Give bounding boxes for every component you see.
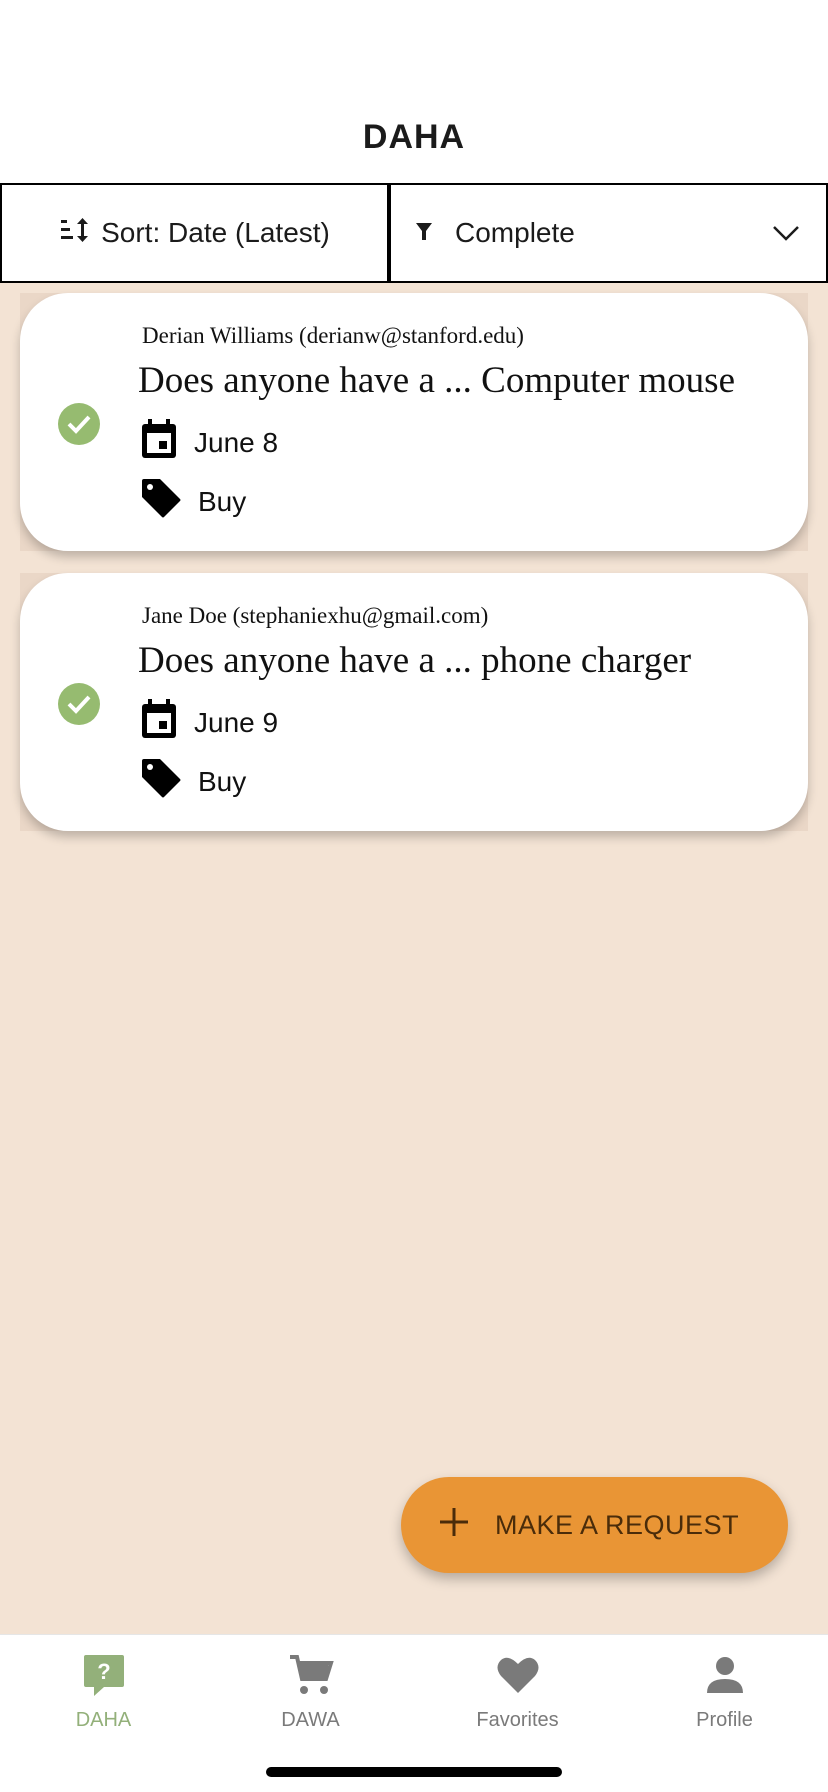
request-date-row: June 8: [140, 419, 278, 466]
sort-icon: [59, 217, 89, 250]
home-indicator: [266, 1767, 562, 1777]
request-list: Derian Williams (derianw@stanford.edu) D…: [0, 283, 828, 1634]
nav-item-favorites[interactable]: Favorites: [414, 1649, 621, 1732]
request-type-row: Buy: [140, 477, 246, 526]
request-type: Buy: [198, 765, 247, 797]
nav-label: Profile: [696, 1709, 753, 1731]
person-icon: [621, 1649, 828, 1701]
tag-icon: [140, 477, 182, 526]
make-request-button[interactable]: MAKE A REQUEST: [401, 1477, 788, 1573]
request-card[interactable]: Jane Doe (stephaniexhu@gmail.com) Does a…: [20, 573, 808, 831]
list-item: Derian Williams (derianw@stanford.edu) D…: [20, 293, 808, 551]
nav-item-profile[interactable]: Profile: [621, 1649, 828, 1732]
toolbar: Sort: Date (Latest) Complete: [0, 183, 828, 283]
sort-button[interactable]: Sort: Date (Latest): [0, 183, 389, 283]
request-date: June 8: [194, 426, 279, 458]
cart-icon: [207, 1649, 414, 1701]
nav-label: DAHA: [75, 1709, 132, 1731]
page-title: DAHA: [362, 118, 466, 156]
nav-item-dawa[interactable]: DAWA: [207, 1649, 414, 1732]
request-title: Does anyone have a ... Computer mouse: [138, 360, 735, 401]
calendar-icon: [140, 419, 178, 466]
request-date-row: June 9: [140, 699, 278, 746]
calendar-icon: [140, 699, 178, 746]
filter-label: Complete: [455, 217, 575, 248]
make-request-label: MAKE A REQUEST: [495, 1509, 740, 1540]
check-circle-icon: [58, 403, 100, 445]
request-author: Jane Doe (stephaniexhu@gmail.com): [142, 603, 489, 628]
list-item: Jane Doe (stephaniexhu@gmail.com) Does a…: [20, 573, 808, 831]
heart-icon: [414, 1649, 621, 1701]
nav-label: DAWA: [281, 1709, 340, 1731]
question-bubble-icon: ?: [0, 1649, 207, 1701]
filter-icon: [415, 217, 433, 249]
nav-item-daha[interactable]: ? DAHA: [0, 1649, 207, 1732]
plus-icon: [439, 1507, 469, 1544]
request-card[interactable]: Derian Williams (derianw@stanford.edu) D…: [20, 293, 808, 551]
chevron-down-icon: [772, 217, 800, 249]
svg-text:?: ?: [97, 1659, 110, 1684]
nav-label: Favorites: [476, 1709, 559, 1731]
request-title: Does anyone have a ... phone charger: [138, 640, 692, 681]
request-type-row: Buy: [140, 757, 246, 806]
check-circle-icon: [58, 683, 100, 725]
request-author: Derian Williams (derianw@stanford.edu): [142, 323, 524, 348]
request-date: June 9: [194, 706, 279, 738]
app-header: DAHA: [0, 0, 828, 183]
sort-label: Sort: Date (Latest): [101, 217, 330, 248]
request-type: Buy: [198, 485, 247, 517]
tag-icon: [140, 757, 182, 806]
filter-dropdown[interactable]: Complete: [389, 183, 828, 283]
